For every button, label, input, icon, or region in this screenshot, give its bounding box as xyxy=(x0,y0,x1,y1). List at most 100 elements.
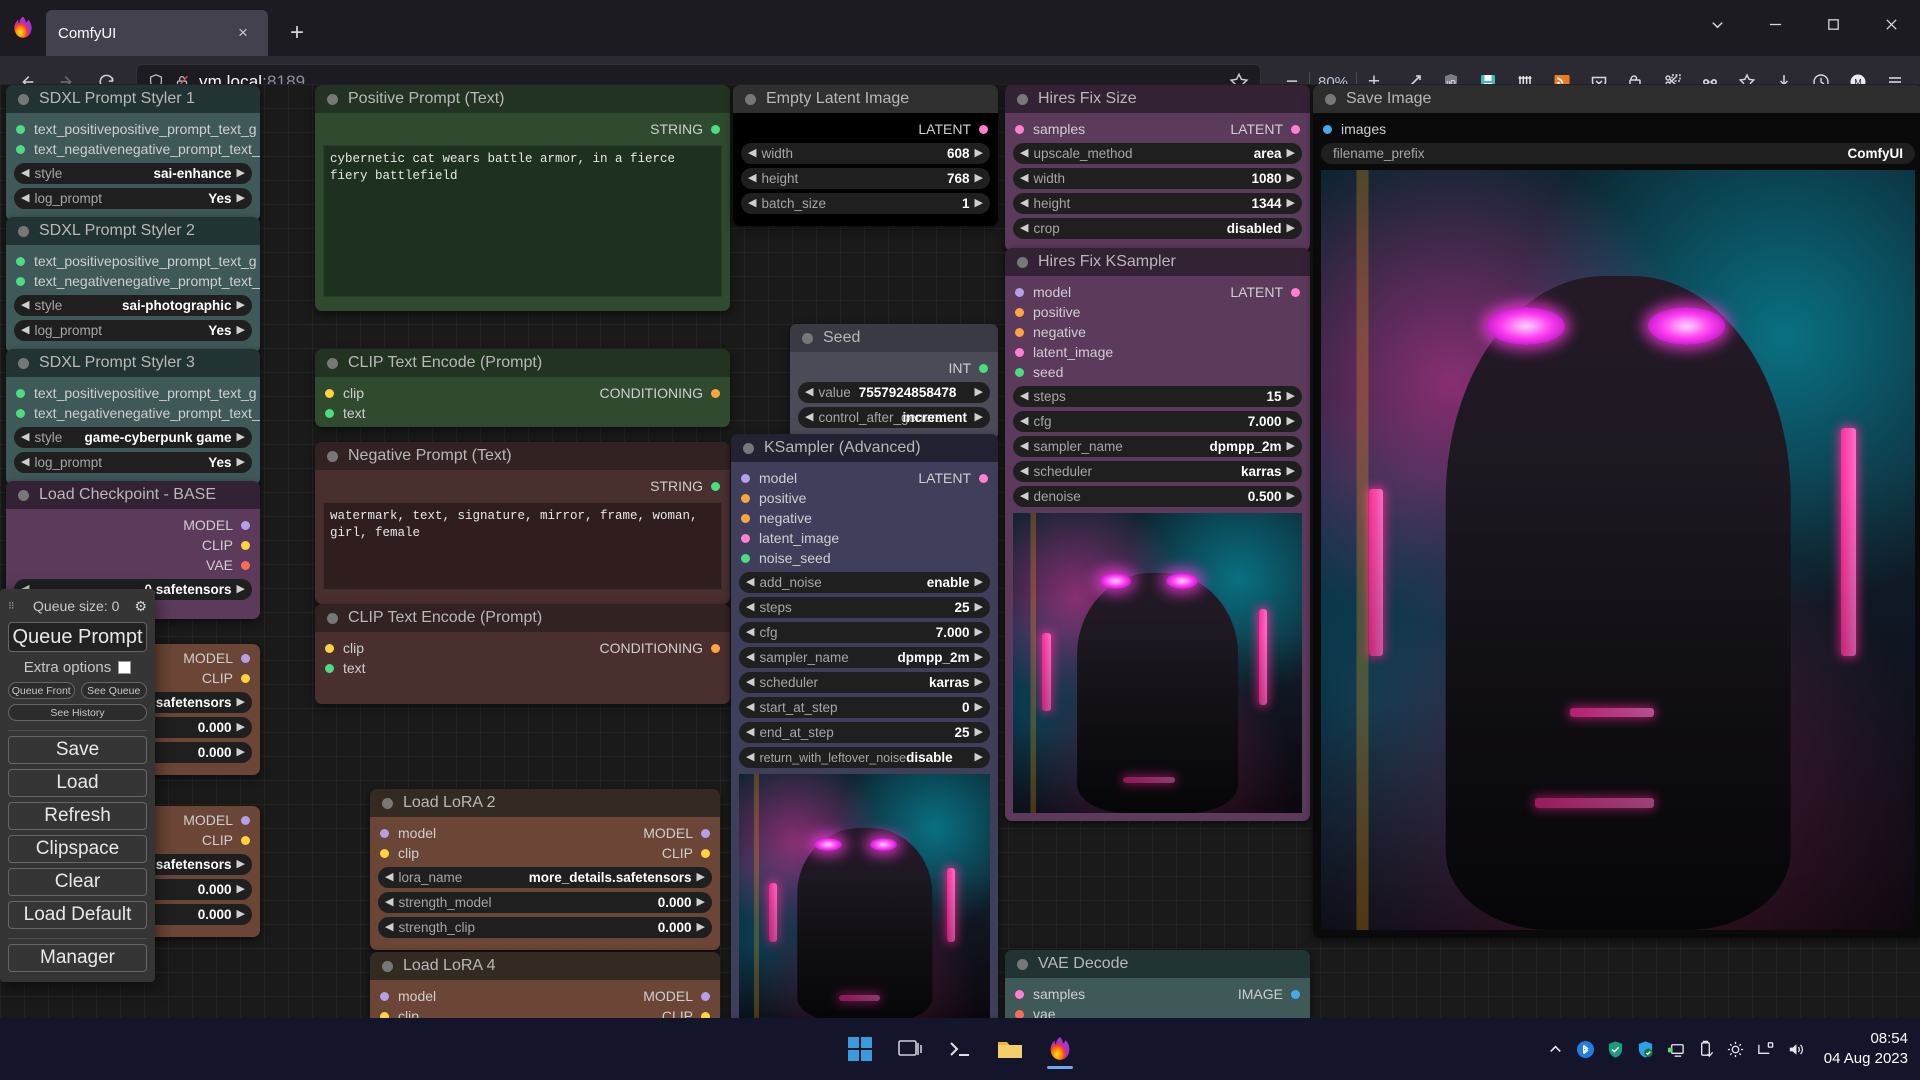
increment-arrow-icon[interactable]: ▶ xyxy=(237,193,245,204)
increment-arrow-icon[interactable]: ▶ xyxy=(1287,441,1295,452)
increment-arrow-icon[interactable]: ▶ xyxy=(975,752,983,763)
output-dot-icon[interactable] xyxy=(241,520,250,530)
increment-arrow-icon[interactable]: ▶ xyxy=(975,577,983,588)
output-dot-icon[interactable] xyxy=(1291,989,1300,999)
collapse-dot-icon[interactable] xyxy=(802,332,813,344)
collapse-dot-icon[interactable] xyxy=(745,93,756,105)
decrement-arrow-icon[interactable]: ◀ xyxy=(805,412,813,423)
node-hires-fix-ksampler[interactable]: Hires Fix KSampler model LATENT positive… xyxy=(1005,248,1310,821)
close-icon[interactable]: × xyxy=(230,20,256,46)
close-window-button[interactable] xyxy=(1862,0,1920,48)
decrement-arrow-icon[interactable]: ◀ xyxy=(1020,148,1028,159)
input-dot-icon[interactable] xyxy=(325,643,334,653)
collapse-dot-icon[interactable] xyxy=(1017,958,1028,970)
input-port-row[interactable]: model LATENT xyxy=(1005,282,1310,302)
input-dot-icon[interactable] xyxy=(1015,347,1024,357)
increment-arrow-icon[interactable]: ▶ xyxy=(697,897,705,908)
node-title-bar[interactable]: CLIP Text Encode (Prompt) xyxy=(315,349,730,377)
collapse-dot-icon[interactable] xyxy=(743,442,754,454)
node-title-bar[interactable]: Load Checkpoint - BASE xyxy=(6,481,260,509)
input-dot-icon[interactable] xyxy=(16,144,25,154)
increment-arrow-icon[interactable]: ▶ xyxy=(237,300,245,311)
increment-arrow-icon[interactable]: ▶ xyxy=(975,387,983,398)
collapse-dot-icon[interactable] xyxy=(1017,93,1028,105)
increment-arrow-icon[interactable]: ▶ xyxy=(237,432,245,443)
chevron-up-icon[interactable] xyxy=(1546,1040,1565,1059)
decrement-arrow-icon[interactable]: ◀ xyxy=(1020,466,1028,477)
node-load-lora-2[interactable]: Load LoRA 2 model MODEL clip CLIP ◀ lora… xyxy=(370,789,720,950)
collapse-dot-icon[interactable] xyxy=(18,489,29,501)
comfy-control-menu[interactable]: ⠿ Queue size: 0 ⚙ Queue Prompt Extra opt… xyxy=(0,589,155,982)
output-port-row[interactable]: VAE xyxy=(6,555,260,575)
decrement-arrow-icon[interactable]: ◀ xyxy=(21,300,29,311)
input-port-row[interactable]: text_negative negative_prompt_text_g xyxy=(6,271,260,291)
input-dot-icon[interactable] xyxy=(380,991,389,1001)
input-dot-icon[interactable] xyxy=(16,276,25,286)
comfyui-canvas[interactable]: SDXL Prompt Styler 1 text_positive posit… xyxy=(0,84,1920,1018)
input-port-row[interactable]: text xyxy=(315,658,730,678)
node-title-bar[interactable]: Load LoRA 2 xyxy=(370,789,720,817)
widget-log-prompt[interactable]: ◀ log_prompt Yes ▶ xyxy=(14,320,252,341)
decrement-arrow-icon[interactable]: ◀ xyxy=(21,457,29,468)
widget-steps[interactable]: ◀ steps 15 ▶ xyxy=(1013,386,1302,407)
decrement-arrow-icon[interactable]: ◀ xyxy=(21,432,29,443)
increment-arrow-icon[interactable]: ▶ xyxy=(237,884,245,895)
widget-control-after-generate[interactable]: ◀ control_after_generate increment ▶ xyxy=(798,407,990,428)
node-sdxl-prompt-styler-1[interactable]: SDXL Prompt Styler 1 text_positive posit… xyxy=(6,85,260,221)
brightness-icon[interactable] xyxy=(1726,1040,1745,1059)
refresh-button[interactable]: Refresh xyxy=(8,802,147,830)
increment-arrow-icon[interactable]: ▶ xyxy=(1287,391,1295,402)
input-dot-icon[interactable] xyxy=(325,663,334,673)
output-dot-icon[interactable] xyxy=(979,124,988,134)
node-title-bar[interactable]: Save Image xyxy=(1313,85,1920,113)
input-port-row[interactable]: model LATENT xyxy=(731,468,998,488)
input-port-row[interactable]: negative xyxy=(731,508,998,528)
input-port-row[interactable]: clip CONDITIONING xyxy=(315,638,730,658)
decrement-arrow-icon[interactable]: ◀ xyxy=(1020,173,1028,184)
start-icon[interactable] xyxy=(838,1027,882,1071)
clipspace-button[interactable]: Clipspace xyxy=(8,835,147,863)
decrement-arrow-icon[interactable]: ◀ xyxy=(385,897,393,908)
input-dot-icon[interactable] xyxy=(741,493,750,503)
decrement-arrow-icon[interactable]: ◀ xyxy=(1020,391,1028,402)
decrement-arrow-icon[interactable]: ◀ xyxy=(746,577,754,588)
collapse-dot-icon[interactable] xyxy=(18,357,29,369)
increment-arrow-icon[interactable]: ▶ xyxy=(1287,198,1295,209)
widget-lora-name[interactable]: ◀ lora_name more_details.safetensors ▶ xyxy=(378,867,712,888)
input-dot-icon[interactable] xyxy=(16,388,25,398)
collapse-dot-icon[interactable] xyxy=(1017,256,1028,268)
node-negative-prompt-text[interactable]: Negative Prompt (Text) STRING watermark,… xyxy=(315,442,730,604)
output-dot-icon[interactable] xyxy=(711,481,720,491)
shield-check-icon[interactable] xyxy=(1606,1040,1625,1059)
increment-arrow-icon[interactable]: ▶ xyxy=(1287,466,1295,477)
node-title-bar[interactable]: Load LoRA 4 xyxy=(370,952,720,980)
widget-sampler-name[interactable]: ◀ sampler_name dpmpp_2m ▶ xyxy=(739,647,990,668)
decrement-arrow-icon[interactable]: ◀ xyxy=(746,602,754,613)
decrement-arrow-icon[interactable]: ◀ xyxy=(1020,198,1028,209)
input-dot-icon[interactable] xyxy=(1323,124,1332,134)
output-dot-icon[interactable] xyxy=(979,473,988,483)
usb-eject-icon[interactable] xyxy=(1696,1040,1715,1059)
increment-arrow-icon[interactable]: ▶ xyxy=(975,412,983,423)
output-port-row[interactable]: LATENT xyxy=(733,119,998,139)
input-dot-icon[interactable] xyxy=(16,124,25,134)
increment-arrow-icon[interactable]: ▶ xyxy=(237,584,245,595)
output-port-row[interactable]: MODEL xyxy=(6,515,260,535)
output-port-row[interactable]: STRING xyxy=(315,119,730,139)
widget-upscale-method[interactable]: ◀ upscale_method area ▶ xyxy=(1013,143,1302,164)
output-dot-icon[interactable] xyxy=(1291,287,1300,297)
widget-strength-clip[interactable]: ◀ strength_clip 0.000 ▶ xyxy=(378,917,712,938)
decrement-arrow-icon[interactable]: ◀ xyxy=(1020,441,1028,452)
load-button[interactable]: Load xyxy=(8,769,147,797)
input-port-row[interactable]: text_negative negative_prompt_text_g xyxy=(6,139,260,159)
output-dot-icon[interactable] xyxy=(711,124,720,134)
node-title-bar[interactable]: SDXL Prompt Styler 2 xyxy=(6,217,260,245)
node-title-bar[interactable]: Hires Fix Size xyxy=(1005,85,1310,113)
file-explorer-icon[interactable] xyxy=(988,1027,1032,1071)
node-title-bar[interactable]: Positive Prompt (Text) xyxy=(315,85,730,113)
decrement-arrow-icon[interactable]: ◀ xyxy=(805,387,813,398)
input-dot-icon[interactable] xyxy=(741,553,750,563)
input-port-row[interactable]: clip CLIP xyxy=(370,1006,720,1018)
decrement-arrow-icon[interactable]: ◀ xyxy=(1020,416,1028,427)
node-empty-latent-image[interactable]: Empty Latent Image LATENT ◀ width 608 ▶ … xyxy=(733,85,998,226)
